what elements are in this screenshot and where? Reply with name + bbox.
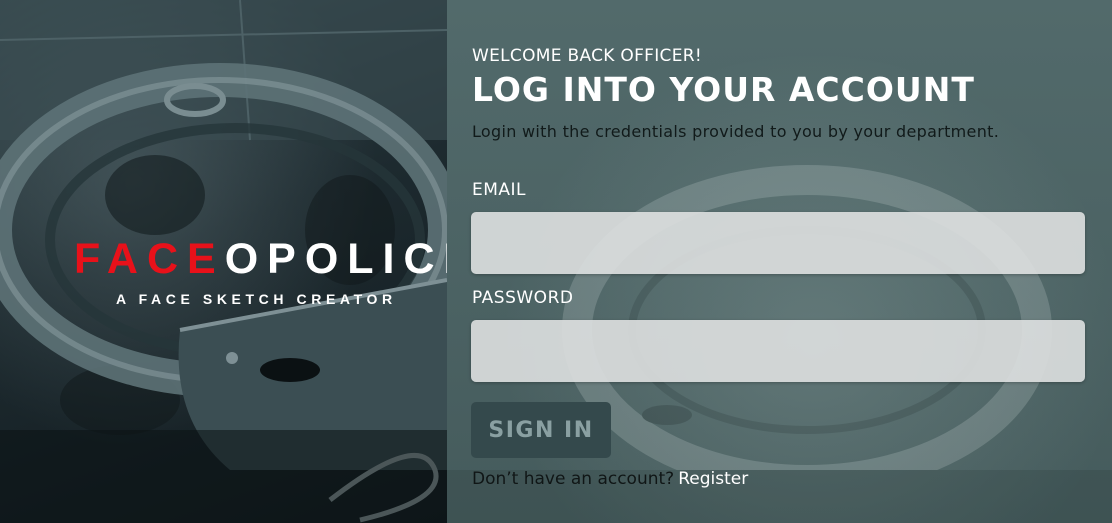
register-link[interactable]: Register: [678, 469, 748, 489]
login-title: LOG INTO YOUR ACCOUNT: [472, 70, 975, 109]
login-panel: WELCOME BACK OFFICER! LOG INTO YOUR ACCO…: [447, 0, 1112, 523]
welcome-text: WELCOME BACK OFFICER!: [472, 46, 702, 66]
password-field[interactable]: [471, 320, 1085, 382]
email-field[interactable]: [471, 212, 1085, 274]
no-account-text: Don’t have an account?: [472, 469, 675, 489]
sign-in-button[interactable]: SIGN IN: [471, 402, 611, 458]
app-tagline: A FACE SKETCH CREATOR: [116, 291, 397, 307]
logo-face-text: FACE: [74, 235, 225, 283]
register-prompt: Don’t have an account? Register: [472, 469, 748, 489]
email-label: EMAIL: [472, 180, 527, 200]
hero-panel: FACEOPOLICE A FACE SKETCH CREATOR: [0, 0, 447, 523]
login-subtitle: Login with the credentials provided to y…: [472, 122, 1000, 141]
password-label: PASSWORD: [472, 288, 574, 308]
app-logo: FACEOPOLICE: [74, 236, 447, 282]
logo-opolice-text: OPOLICE: [224, 235, 447, 283]
